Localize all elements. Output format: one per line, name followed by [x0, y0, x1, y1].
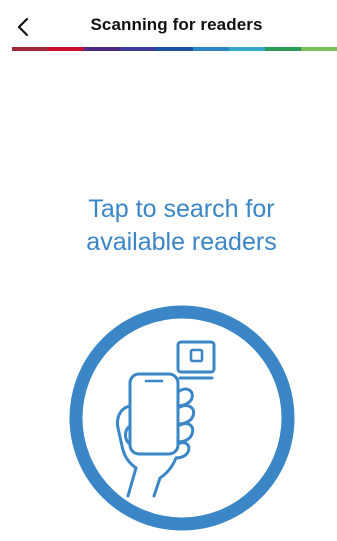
page-title: Scanning for readers — [90, 15, 263, 34]
brand-bar-segment-1 — [12, 47, 49, 51]
brand-bar-segment-5 — [156, 47, 193, 51]
brand-bar-segment-3 — [84, 47, 121, 51]
brand-bar-segment-7 — [228, 47, 265, 51]
header: Scanning for readers — [0, 0, 337, 46]
search-prompt-line-2: available readers — [86, 228, 277, 256]
brand-bar-segment-9 — [300, 47, 337, 51]
scan-readers-button[interactable] — [56, 296, 308, 536]
brand-color-bar — [12, 47, 337, 51]
hand-holding-phone-scan-icon — [69, 305, 295, 531]
brand-bar-segment-2 — [48, 47, 85, 51]
brand-bar-segment-4 — [120, 47, 157, 51]
brand-bar-segment-8 — [264, 47, 301, 51]
search-prompt-line-1: Tap to search for — [88, 195, 275, 223]
search-prompt[interactable]: Tap to search for available readers — [0, 193, 337, 259]
brand-bar-segment-6 — [192, 47, 229, 51]
